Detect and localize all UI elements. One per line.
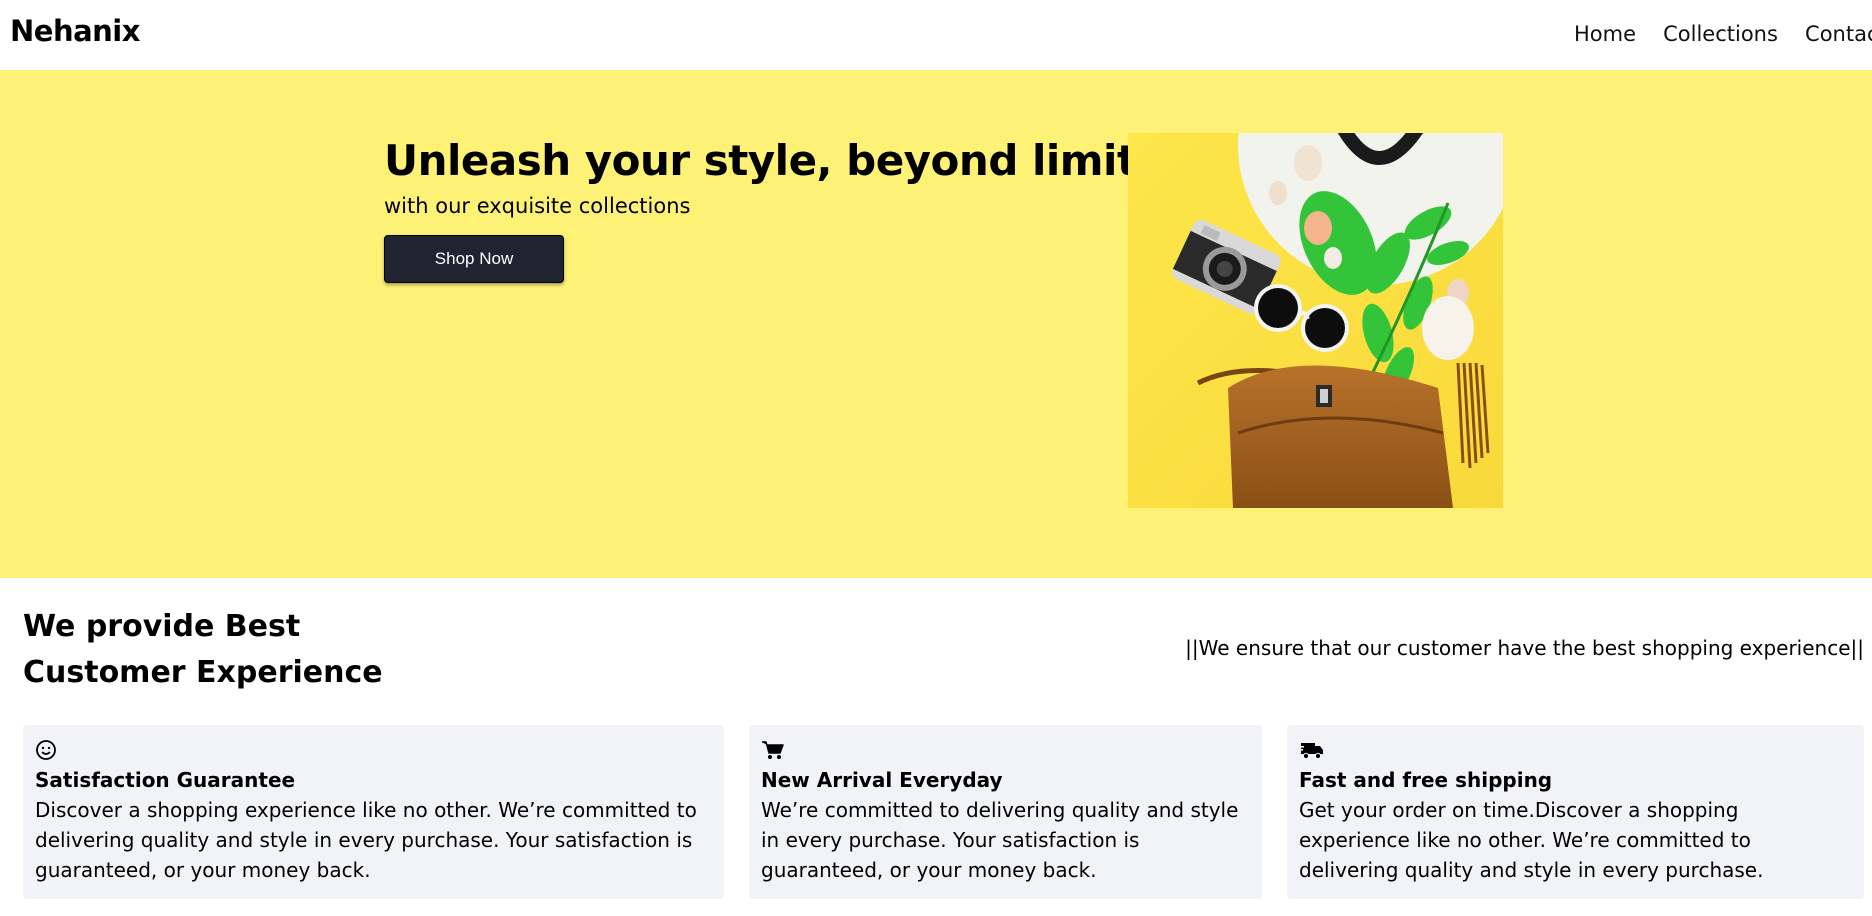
feature-card-text: Discover a shopping experience like no o… — [35, 798, 697, 882]
hero-subtitle: with our exquisite collections — [384, 194, 691, 218]
fashion-flatlay-image — [1128, 133, 1503, 508]
brand-logo[interactable]: Nehanix — [10, 14, 140, 48]
navbar: Nehanix Home Collections Contact — [0, 0, 1872, 70]
feature-card-text: Get your order on time.Discover a shoppi… — [1299, 798, 1764, 882]
nav-link-contact[interactable]: Contact — [1805, 22, 1872, 46]
shop-now-button[interactable]: Shop Now — [384, 235, 564, 283]
feature-card-title: Satisfaction Guarantee — [35, 768, 296, 792]
hero-title: Unleash your style, beyond limits — [384, 136, 1162, 185]
features-tagline: ||We ensure that our customer have the b… — [1185, 636, 1864, 660]
feature-card-title: Fast and free shipping — [1299, 768, 1553, 792]
feature-card-shipping: Fast and free shipping Get your order on… — [1287, 725, 1864, 899]
feature-card-title: New Arrival Everyday — [761, 768, 1003, 792]
cart-icon — [761, 739, 785, 763]
hero-image — [1128, 133, 1503, 508]
truck-icon — [1299, 739, 1323, 763]
nav-links: Home Collections Contact — [1574, 22, 1872, 46]
nav-link-collections[interactable]: Collections — [1663, 22, 1778, 46]
feature-card-satisfaction: Satisfaction Guarantee Discover a shoppi… — [23, 725, 724, 899]
smiley-icon — [35, 739, 59, 763]
features-title: We provide Best Customer Experience — [23, 604, 383, 696]
feature-card-text: We’re committed to delivering quality an… — [761, 798, 1239, 882]
nav-link-home[interactable]: Home — [1574, 22, 1636, 46]
features-title-line2: Customer Experience — [23, 655, 383, 690]
feature-card-new-arrival: New Arrival Everyday We’re committed to … — [749, 725, 1262, 899]
features-title-line1: We provide Best — [23, 609, 301, 644]
hero-section: Unleash your style, beyond limits with o… — [0, 70, 1872, 578]
